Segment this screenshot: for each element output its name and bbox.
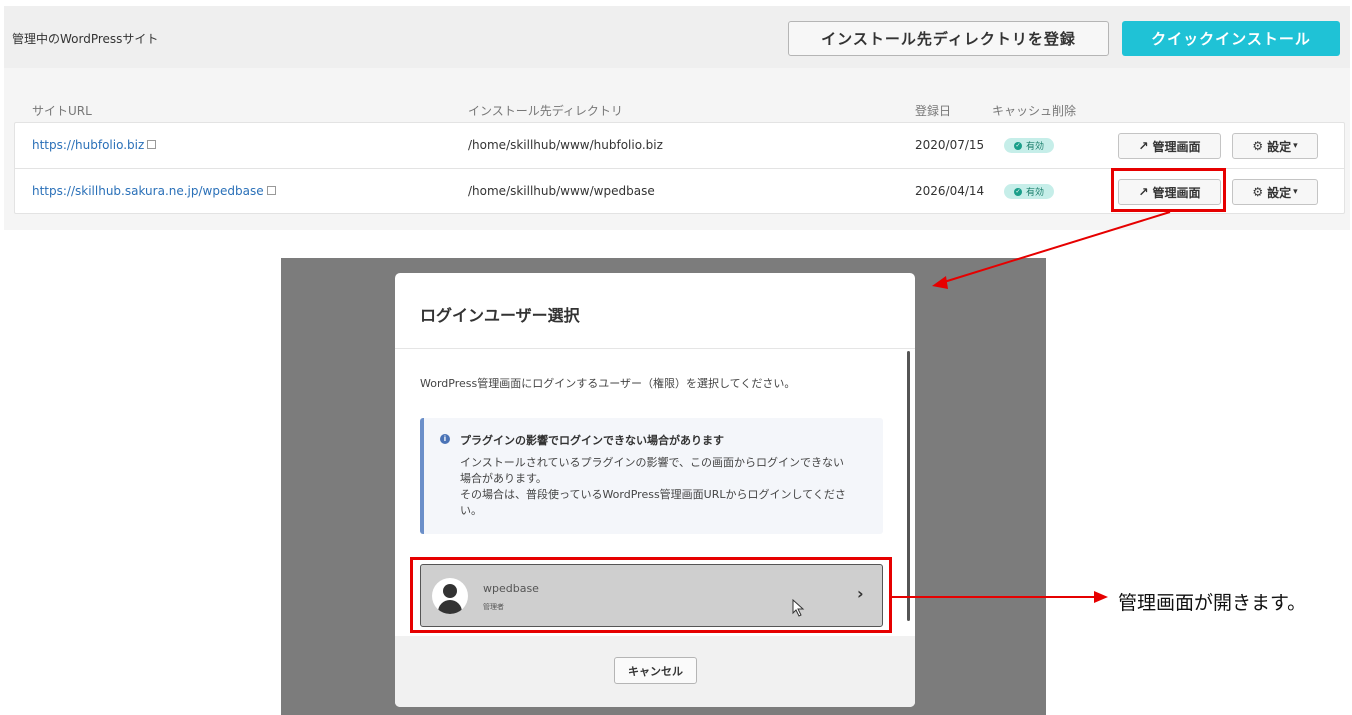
annotation-callout: 管理画面が開きます。 — [1118, 592, 1307, 614]
